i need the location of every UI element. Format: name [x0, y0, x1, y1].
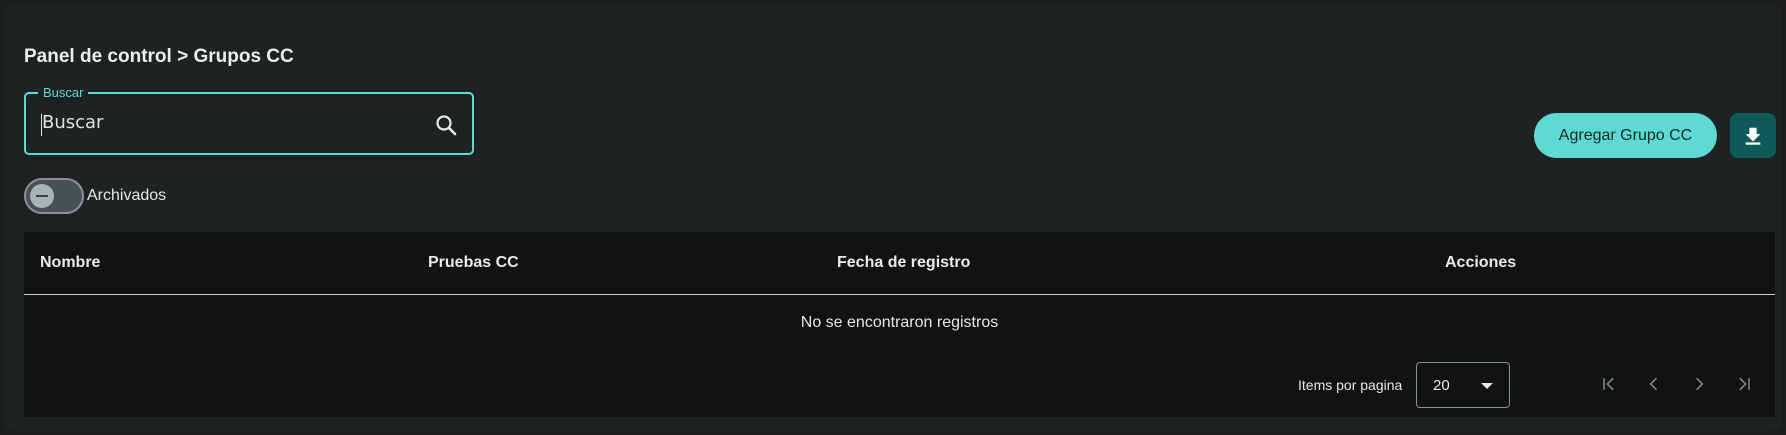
empty-table-message: No se encontraron registros [800, 314, 999, 331]
last-page-icon [1739, 377, 1750, 391]
search-value[interactable]: Buscar [42, 112, 103, 133]
archived-toggle[interactable] [24, 178, 84, 214]
search-input[interactable]: Buscar Buscar [24, 85, 474, 155]
items-per-page-label: Items por pagina [1298, 377, 1403, 393]
add-group-button[interactable]: Agregar Grupo CC [1534, 113, 1717, 158]
search-label: Buscar [38, 85, 89, 100]
download-button[interactable] [1730, 113, 1776, 158]
breadcrumb: Panel de control > Grupos CC [24, 46, 294, 67]
column-header-acciones: Acciones [1445, 254, 1517, 271]
next-page-button[interactable] [1685, 370, 1713, 398]
last-page-button[interactable] [1730, 370, 1758, 398]
page-size-select[interactable]: 20 [1416, 362, 1510, 408]
page-size-value: 20 [1433, 377, 1450, 394]
next-page-icon [1695, 377, 1704, 391]
previous-page-button[interactable] [1640, 370, 1668, 398]
toggle-knob [30, 184, 54, 208]
column-header-fecha[interactable]: Fecha de registro [837, 254, 970, 272]
first-page-icon [1603, 377, 1614, 391]
column-header-nombre[interactable]: Nombre [40, 254, 100, 272]
groups-table: Nombre Pruebas CC Fecha de registro Acci… [24, 232, 1775, 417]
download-icon [1745, 127, 1761, 145]
first-page-button[interactable] [1595, 370, 1623, 398]
archived-toggle-label: Archivados [87, 187, 167, 204]
table-header: Nombre Pruebas CC Fecha de registro Acci… [24, 232, 1775, 295]
column-header-pruebas[interactable]: Pruebas CC [428, 254, 519, 272]
previous-page-icon [1649, 377, 1658, 391]
dropdown-arrow-icon [1481, 383, 1493, 389]
search-icon[interactable] [434, 113, 458, 137]
main-card: Panel de control > Grupos CC Buscar Busc… [4, 4, 1782, 431]
